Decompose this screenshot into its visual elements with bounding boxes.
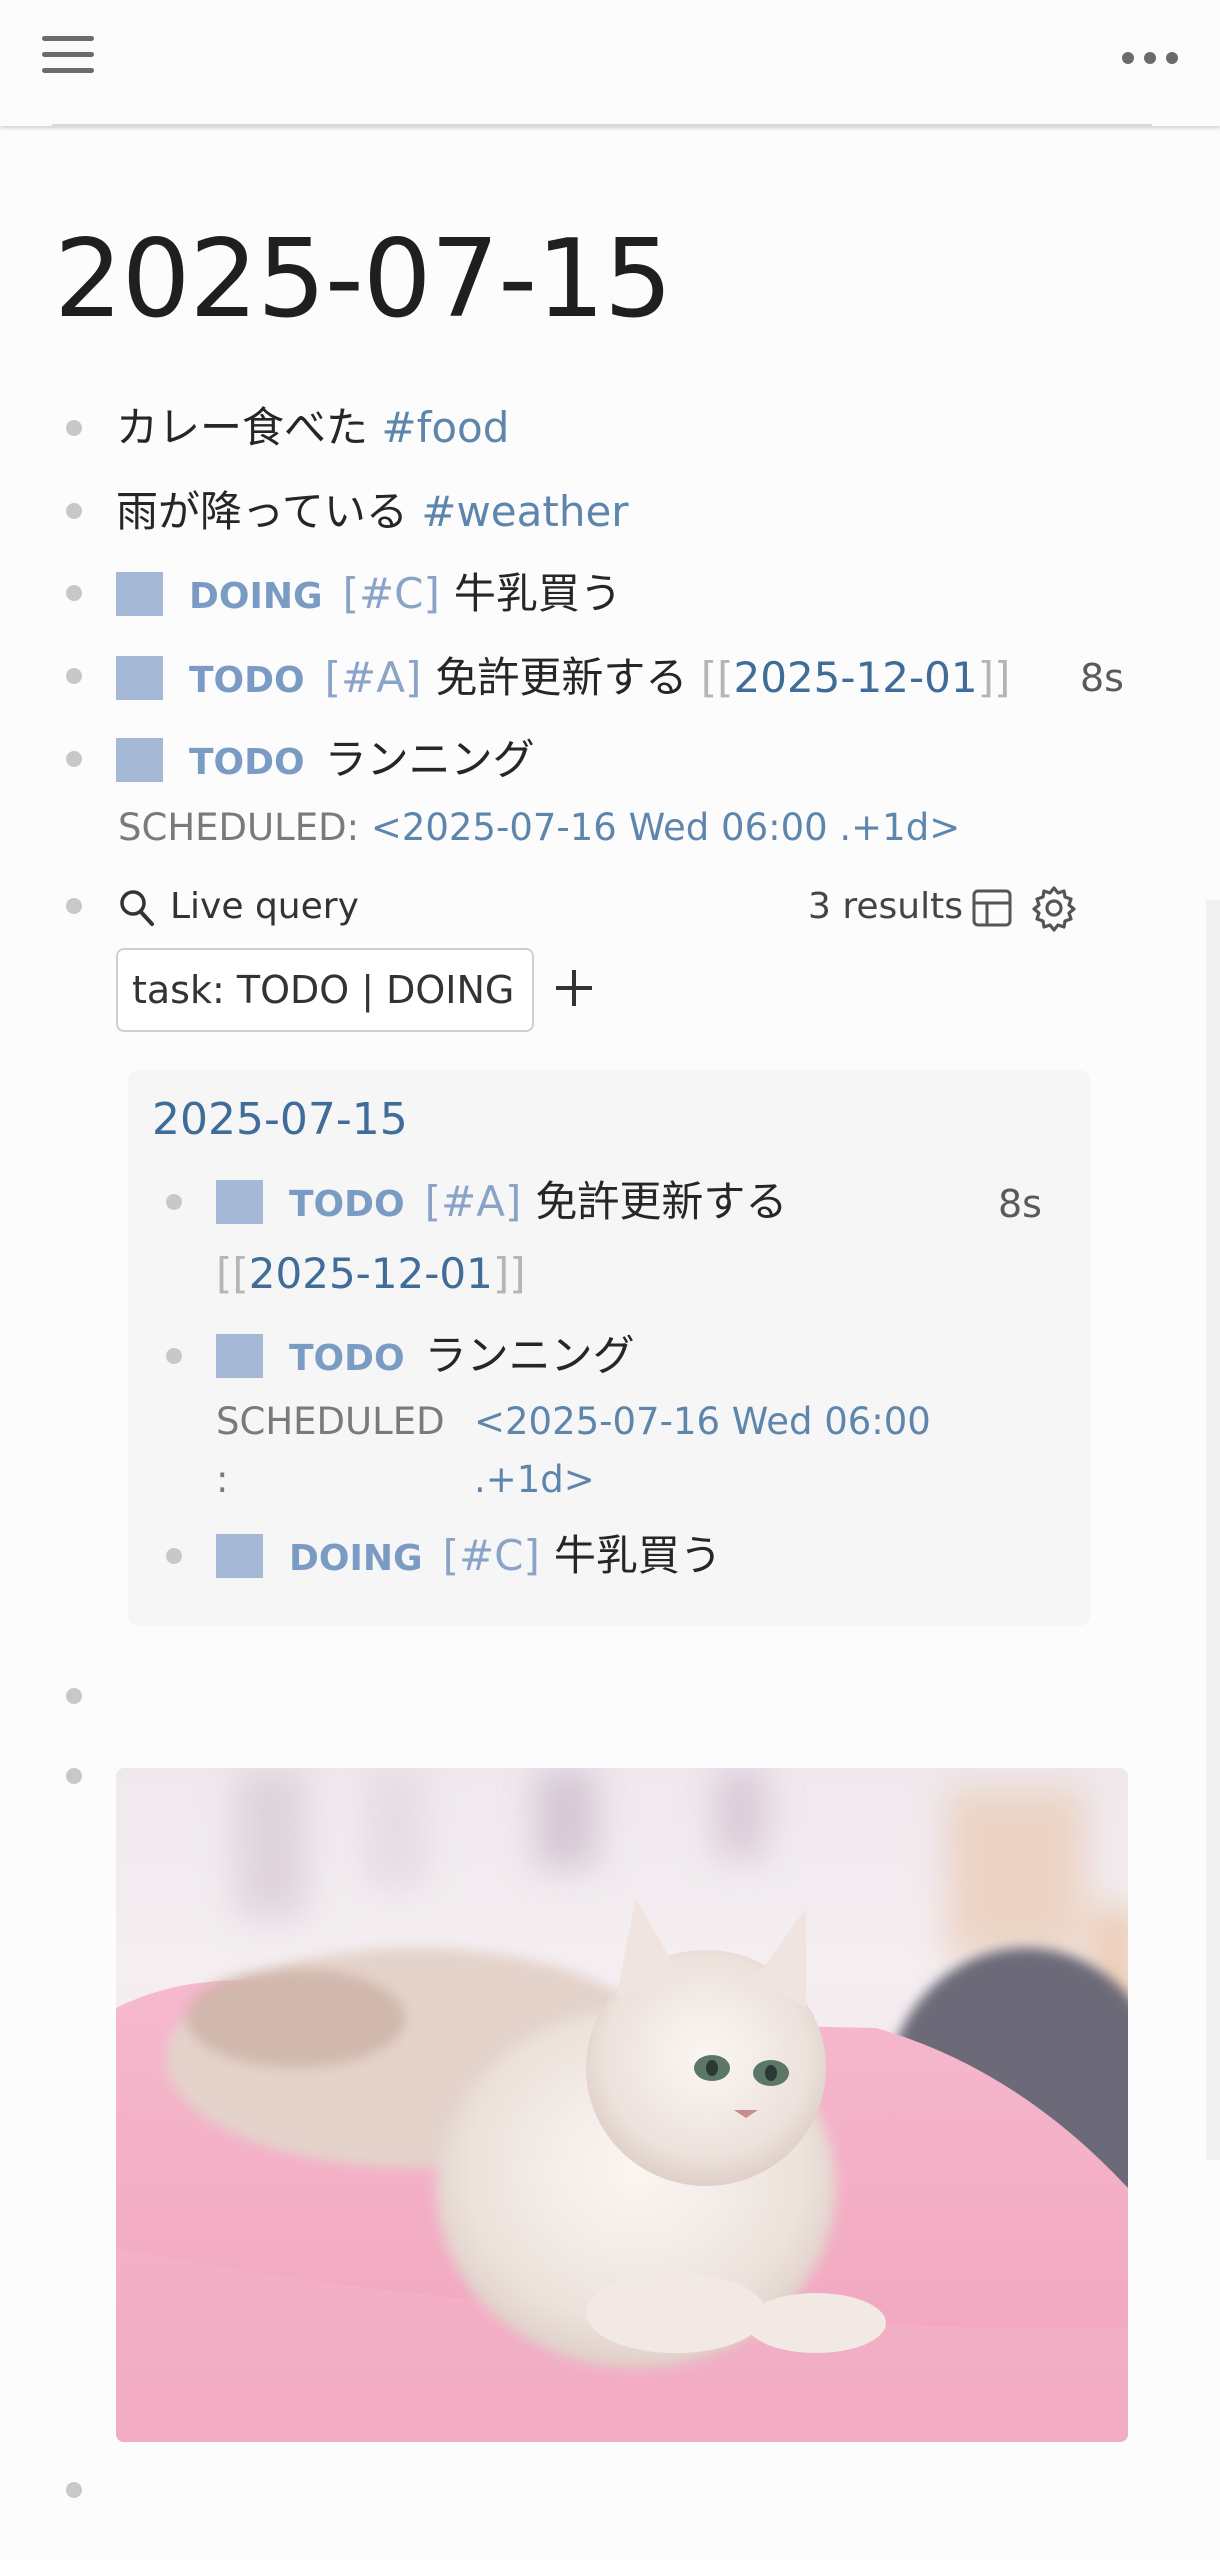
cat-image [116,1768,1128,2442]
block-text: ランニング [324,735,535,784]
result-task[interactable]: TODO ランニング [216,1328,635,1387]
block-text: 免許更新する [535,1177,788,1226]
timer-label: 8s [1080,656,1124,700]
search-icon [120,890,154,926]
link-bracket: [[ [216,1249,249,1298]
tag-link[interactable]: #food [381,403,509,452]
link-bracket: [[ [700,653,734,702]
task-marker[interactable]: DOING [189,576,323,617]
block-bullet[interactable] [66,1688,82,1704]
hamburger-icon[interactable] [38,30,100,84]
task-marker[interactable]: TODO [189,742,305,783]
result-bullet[interactable] [166,1548,182,1564]
task-checkbox[interactable] [216,1180,263,1224]
link-bracket: ]] [977,653,1011,702]
task-marker[interactable]: TODO [189,660,305,701]
task-checkbox[interactable] [116,738,163,782]
block-bullet[interactable] [66,2482,82,2498]
block-text: ランニング [424,1331,635,1380]
divider [52,124,1152,126]
priority-label[interactable]: [#C] [443,1531,540,1580]
top-bar [0,0,1220,126]
task-block[interactable]: TODO ランニング [116,732,535,791]
result-page-link[interactable]: 2025-07-15 [152,1094,408,1145]
task-checkbox[interactable] [116,572,163,616]
task-block[interactable]: TODO [#A] 免許更新する [[2025-12-01]] [116,650,1010,709]
block-bullet[interactable] [66,503,82,519]
query-header: Live query 3 results [118,880,1078,936]
page-title[interactable]: 2025-07-15 [54,210,673,350]
gear-icon[interactable] [1030,884,1078,932]
priority-label[interactable]: [#A] [425,1177,522,1226]
cat-photo[interactable] [116,1768,1128,2442]
block-text: 牛乳買う [553,1531,722,1580]
block-text: 雨が降っている [116,487,408,536]
link-bracket: ]] [492,1249,526,1298]
table-icon[interactable] [970,886,1014,930]
scheduled-value[interactable]: <2025-07-16 Wed 06:00 [474,1398,931,1446]
scheduled-label-line2: : [216,1458,229,1501]
timer-label: 8s [998,1182,1042,1226]
page-link[interactable]: 2025-12-01 [249,1249,493,1298]
query-title: Live query [170,886,359,927]
scheduled-value[interactable]: .+1d> [474,1456,595,1504]
block-text: 牛乳買う [453,569,622,618]
priority-label[interactable]: [#C] [343,569,440,618]
block[interactable]: カレー食べた #food [116,400,509,456]
scheduled-label: SCHEDULED: [118,806,360,849]
scheduled-value[interactable]: <2025-07-16 Wed 06:00 .+1d> [371,806,960,849]
block-bullet[interactable] [66,751,82,767]
task-checkbox[interactable] [216,1334,263,1378]
result-task-link: [[2025-12-01]] [216,1246,526,1302]
result-bullet[interactable] [166,1194,182,1210]
priority-label[interactable]: [#A] [325,653,422,702]
scheduled-label-line1: SCHEDULED [216,1400,445,1443]
block-text: 免許更新する [435,653,688,702]
task-block[interactable]: DOING [#C] 牛乳買う [116,566,622,625]
add-query-icon[interactable] [554,968,594,1008]
result-bullet[interactable] [166,1348,182,1364]
result-task[interactable]: TODO [#A] 免許更新する [216,1174,787,1233]
scheduled-value-line1[interactable]: <2025-07-16 Wed 06:00 [474,1400,931,1443]
page-link[interactable]: 2025-12-01 [734,653,978,702]
task-checkbox[interactable] [216,1534,263,1578]
query-input[interactable]: task: TODO | DOING [116,948,534,1032]
ellipsis-icon[interactable] [1122,44,1186,70]
results-count: 3 results [808,886,963,927]
task-checkbox[interactable] [116,656,163,700]
scheduled-value-line2[interactable]: .+1d> [474,1458,595,1501]
block-bullet[interactable] [66,1768,82,1784]
task-marker[interactable]: TODO [289,1184,405,1225]
task-marker[interactable]: DOING [289,1538,423,1579]
result-task[interactable]: DOING [#C] 牛乳買う [216,1528,722,1587]
block-text: カレー食べた [116,403,369,452]
block-bullet[interactable] [66,420,82,436]
tag-link[interactable]: #weather [421,487,628,536]
scheduled-label: SCHEDULED [216,1398,445,1446]
task-marker[interactable]: TODO [289,1338,405,1379]
block-bullet[interactable] [66,585,82,601]
scheduled-label: : [216,1456,228,1504]
block[interactable]: 雨が降っている #weather [116,484,629,540]
block-bullet[interactable] [66,668,82,684]
scheduled-line: SCHEDULED: <2025-07-16 Wed 06:00 .+1d> [118,804,960,852]
block-bullet[interactable] [66,898,82,914]
scrollbar[interactable] [1206,900,1220,2160]
